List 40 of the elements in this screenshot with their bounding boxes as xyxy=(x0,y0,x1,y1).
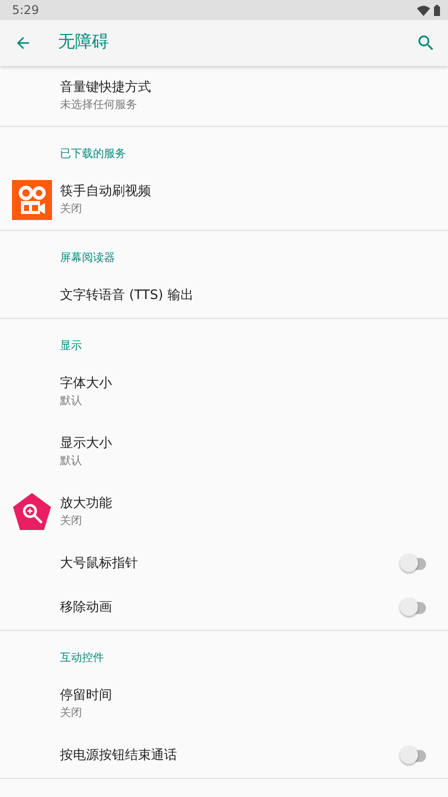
setting-title: 按电源按钮结束通话 xyxy=(60,747,178,765)
setting-summary: 默认 xyxy=(60,453,83,469)
setting-title: 音量键快捷方式 xyxy=(60,79,152,97)
setting-summary: 默认 xyxy=(60,393,83,409)
toggle-switch[interactable] xyxy=(400,598,426,618)
page-title: 无障碍 xyxy=(58,31,109,54)
wifi-icon xyxy=(417,4,430,16)
setting-title: 停留时间 xyxy=(60,687,113,705)
settings-row[interactable]: 停留时间 关闭 xyxy=(0,674,448,734)
toggle-switch[interactable] xyxy=(400,554,426,574)
settings-row[interactable]: 音量键快捷方式 未选择任何服务 xyxy=(0,66,448,126)
setting-title: 文字转语音 (TTS) 输出 xyxy=(60,287,194,305)
magnifier-icon xyxy=(12,492,52,532)
settings-row[interactable]: 字体大小 默认 xyxy=(0,362,448,422)
settings-row[interactable]: 显示大小 默认 xyxy=(0,422,448,482)
settings-row[interactable]: 放大功能 关闭 xyxy=(0,482,448,542)
section-header: 已下载的服务 xyxy=(59,146,127,162)
settings-row[interactable]: 移除动画 xyxy=(0,586,448,630)
status-time: 5:29 xyxy=(12,2,39,19)
setting-summary: 关闭 xyxy=(60,513,83,529)
setting-title: 大号鼠标指针 xyxy=(60,555,139,573)
settings-row[interactable]: 按电源按钮结束通话 xyxy=(0,734,448,778)
setting-summary: 未选择任何服务 xyxy=(60,97,138,113)
toggle-switch[interactable] xyxy=(400,746,426,766)
settings-row[interactable]: 筷手自动刷视频 关闭 xyxy=(0,170,448,230)
setting-title: 字体大小 xyxy=(60,375,113,393)
setting-title: 放大功能 xyxy=(60,495,113,513)
setting-title: 移除动画 xyxy=(60,599,113,617)
battery-icon xyxy=(434,4,440,16)
section-header: 显示 xyxy=(59,338,83,354)
setting-title: 显示大小 xyxy=(60,435,113,453)
settings-row[interactable]: 大号鼠标指针 xyxy=(0,542,448,586)
section-header: 互动控件 xyxy=(59,650,105,666)
app-icon xyxy=(12,180,52,220)
setting-title: 筷手自动刷视频 xyxy=(60,183,152,201)
search-button[interactable] xyxy=(416,33,436,53)
settings-row[interactable]: 文字转语音 (TTS) 输出 xyxy=(0,274,448,318)
section-header: 屏幕阅读器 xyxy=(59,250,116,266)
setting-summary: 关闭 xyxy=(60,705,83,721)
setting-summary: 关闭 xyxy=(60,201,83,217)
